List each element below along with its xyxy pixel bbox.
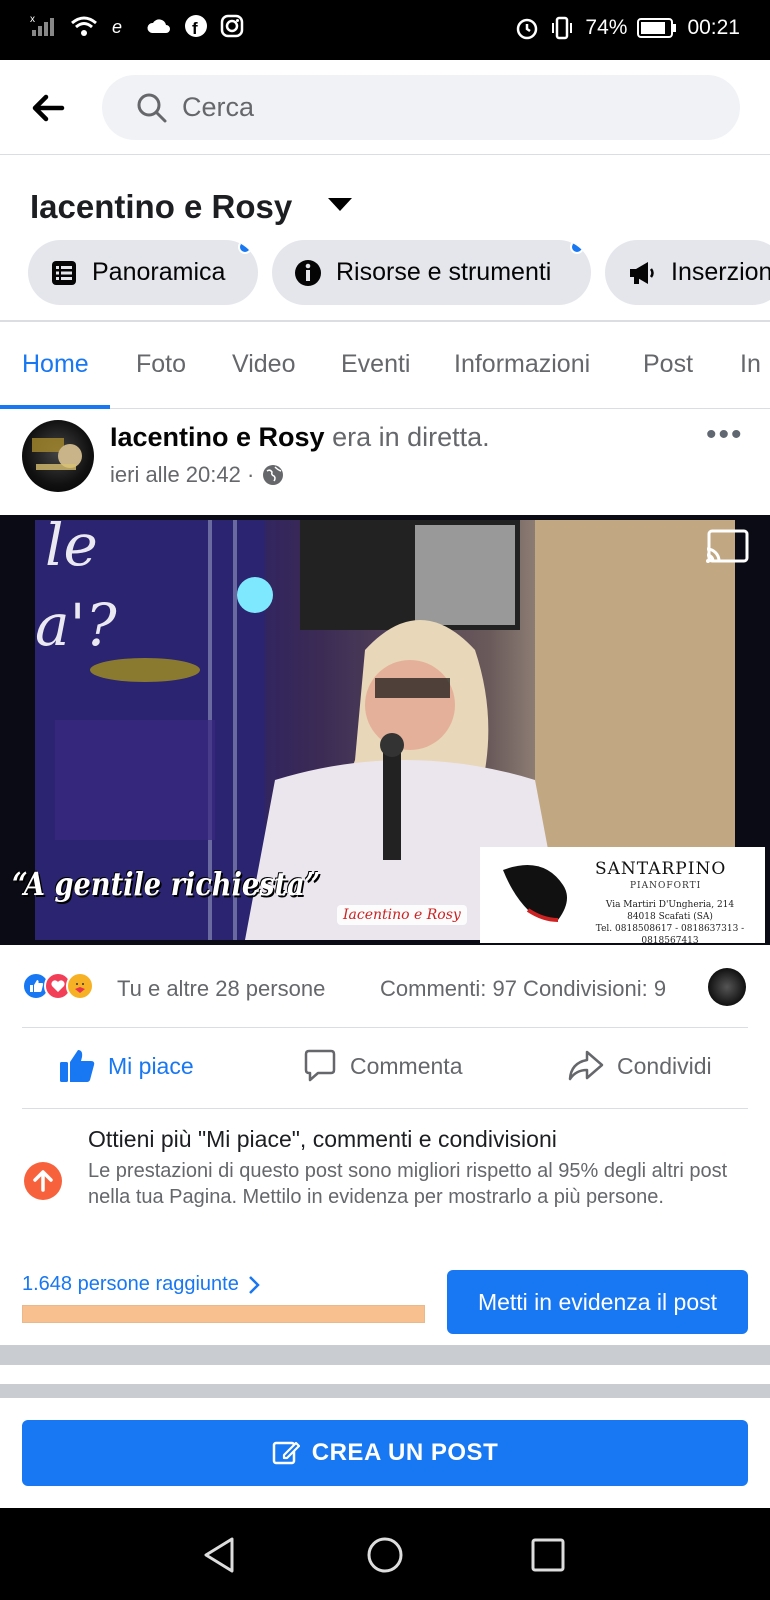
chevron-right-icon — [248, 1275, 260, 1294]
like-label: Mi piace — [108, 1052, 194, 1079]
svg-text:le: le — [45, 520, 98, 579]
comment-icon — [304, 1049, 336, 1082]
cast-icon[interactable] — [705, 527, 751, 567]
create-post-button[interactable]: CREA UN POST — [22, 1420, 748, 1486]
create-post-label: CREA UN POST — [311, 1439, 499, 1466]
reach-text: 1.648 persone raggiunte — [22, 1273, 239, 1295]
back-button[interactable] — [28, 88, 68, 128]
tab-more[interactable]: In — [740, 350, 761, 379]
reaction-summary[interactable]: Tu e altre 28 persone — [117, 976, 325, 1002]
chip-label: Panoramica — [92, 258, 226, 286]
tab-foto[interactable]: Foto — [136, 350, 186, 379]
notification-dot — [570, 240, 584, 254]
instagram-icon — [220, 14, 244, 38]
svg-text:x: x — [30, 14, 35, 25]
info-icon — [295, 259, 321, 286]
battery-percent: 74% — [585, 16, 628, 39]
dropdown-caret-icon[interactable] — [328, 198, 352, 211]
list-icon — [52, 260, 76, 285]
chip-risorse-strumenti[interactable]: Risorse e strumenti — [272, 240, 591, 305]
nav-home-icon[interactable] — [366, 1536, 404, 1574]
edit-icon — [272, 1441, 300, 1465]
chip-inserzioni[interactable]: Inserzioni — [605, 240, 770, 305]
status-bar: x e f 74% 00:21 — [0, 0, 770, 60]
care-reaction-icon — [66, 972, 94, 1000]
share-label: Condividi — [617, 1052, 712, 1079]
comment-button[interactable]: Commenta — [302, 1048, 462, 1084]
sponsor-banner: SANTARPINO PIANOFORTI Via Martiri D'Ungh… — [480, 847, 765, 945]
divider — [22, 1027, 748, 1028]
trending-up-icon — [24, 1162, 62, 1200]
section-divider — [0, 1384, 770, 1398]
notification-dot — [238, 240, 252, 254]
post-action-text: era in diretta. — [332, 422, 490, 452]
post-author-name[interactable]: Iacentino e Rosy — [110, 422, 325, 452]
comment-label: Commenta — [350, 1052, 463, 1079]
like-button[interactable]: Mi piace — [58, 1048, 194, 1084]
promo-body: Le prestazioni di questo post sono migli… — [88, 1160, 728, 1208]
back-arrow-icon — [32, 94, 65, 122]
post-timestamp-row: ieri alle 20:42 · — [110, 462, 284, 488]
active-tab-indicator — [0, 405, 110, 409]
tab-bar: Home Foto Video Eventi Informazioni Post… — [0, 322, 770, 409]
comments-shares-count[interactable]: Commenti: 97 Condivisioni: 9 — [380, 976, 666, 1002]
promo-title: Ottieni più "Mi piace", commenti e condi… — [88, 1126, 557, 1152]
sponsor-subtitle: PIANOFORTI — [630, 881, 702, 891]
more-options-icon[interactable]: ••• — [706, 420, 744, 450]
reach-progress-fill — [23, 1306, 424, 1322]
share-icon — [568, 1050, 604, 1081]
nav-back-icon[interactable] — [202, 1536, 238, 1574]
reach-progress-bar — [22, 1305, 425, 1323]
clock: 00:21 — [687, 16, 740, 39]
boost-post-button[interactable]: Metti in evidenza il post — [447, 1270, 748, 1334]
piano-icon — [503, 865, 567, 922]
section-divider — [0, 1345, 770, 1365]
top-bar: Cerca — [0, 60, 770, 155]
tab-post[interactable]: Post — [643, 350, 693, 379]
reaction-icons[interactable] — [22, 972, 94, 1000]
viewer-avatar[interactable] — [708, 968, 746, 1006]
wifi-icon — [71, 16, 97, 36]
sponsor-name: SANTARPINO — [595, 859, 727, 879]
tab-video[interactable]: Video — [232, 350, 296, 379]
tab-home[interactable]: Home — [22, 350, 89, 379]
chip-label: Inserzioni — [671, 258, 770, 286]
tab-eventi[interactable]: Eventi — [341, 350, 410, 379]
video-logo: Iacentino e Rosy — [337, 905, 467, 925]
svg-text:f: f — [192, 19, 198, 38]
live-video[interactable]: le a'? “A gentile richiesta” Iacentino e… — [0, 515, 770, 945]
edge-icon: e — [112, 17, 122, 37]
svg-text:a'?: a'? — [35, 591, 118, 659]
page-avatar[interactable] — [22, 420, 94, 492]
svg-text:e: e — [112, 17, 122, 37]
megaphone-icon — [630, 261, 654, 284]
chip-label: Risorse e strumenti — [336, 258, 552, 286]
divider — [22, 1108, 748, 1109]
sponsor-address: Via Martiri D'Ungheria, 214 84018 Scafat… — [595, 900, 745, 945]
search-placeholder: Cerca — [182, 92, 255, 122]
search-icon — [137, 93, 167, 123]
page-title[interactable]: Iacentino e Rosy — [30, 188, 292, 226]
post-timestamp[interactable]: ieri alle 20:42 · — [110, 462, 254, 488]
globe-icon — [263, 465, 284, 485]
system-nav-bar — [0, 1508, 770, 1600]
vibrate-icon — [552, 16, 573, 40]
battery-icon — [637, 18, 677, 38]
search-input[interactable]: Cerca — [102, 75, 740, 140]
nav-recents-icon[interactable] — [530, 1537, 566, 1573]
alarm-icon — [517, 18, 538, 40]
signal-icon: x — [30, 14, 54, 36]
chip-panoramica[interactable]: Panoramica — [28, 240, 258, 305]
share-button[interactable]: Condividi — [567, 1048, 712, 1084]
video-subtitle: “A gentile richiesta” — [12, 865, 321, 903]
facebook-icon: f — [185, 15, 207, 38]
reach-link[interactable]: 1.648 persone raggiunte — [22, 1273, 261, 1296]
post-header-line: Iacentino e Rosy era in diretta. — [110, 422, 490, 453]
tab-informazioni[interactable]: Informazioni — [454, 350, 590, 379]
thumbs-up-icon — [60, 1050, 95, 1082]
cloud-icon — [147, 19, 170, 33]
